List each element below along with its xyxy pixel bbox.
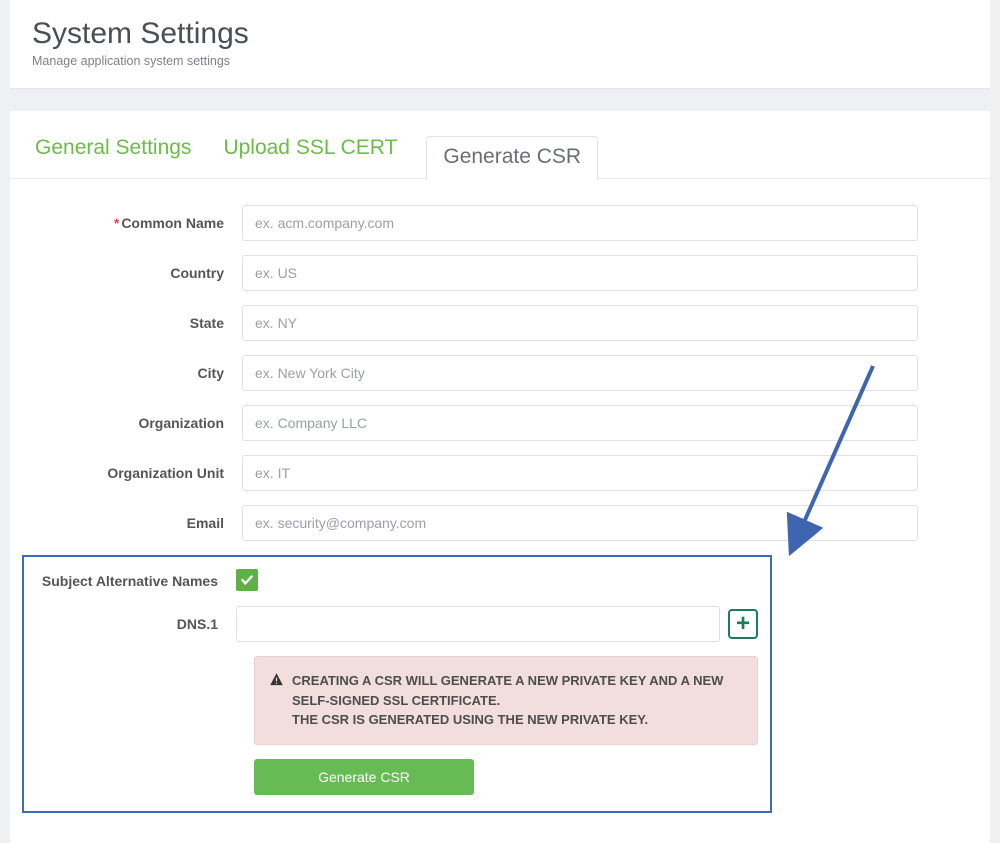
row-san: Subject Alternative Names <box>36 569 758 592</box>
tab-bar: General Settings Upload SSL CERT Generat… <box>10 111 990 179</box>
input-dns1[interactable] <box>236 606 720 642</box>
label-country: Country <box>32 265 242 281</box>
plus-icon: + <box>736 610 750 638</box>
san-highlight-block: Subject Alternative Names DNS.1 + CREATI <box>22 555 772 813</box>
page-subtitle: Manage application system settings <box>32 54 968 68</box>
input-organization-unit[interactable] <box>242 455 918 491</box>
check-icon <box>240 573 254 587</box>
label-dns1: DNS.1 <box>36 616 236 632</box>
warning-icon <box>269 672 284 730</box>
label-organization: Organization <box>32 415 242 431</box>
input-state[interactable] <box>242 305 918 341</box>
tab-general-settings[interactable]: General Settings <box>32 135 194 178</box>
page-header: System Settings Manage application syste… <box>10 0 990 89</box>
settings-card: General Settings Upload SSL CERT Generat… <box>10 111 990 843</box>
label-organization-unit: Organization Unit <box>32 465 242 481</box>
label-city: City <box>32 365 242 381</box>
label-san: Subject Alternative Names <box>36 573 236 589</box>
row-state: State <box>32 305 918 341</box>
san-checkbox[interactable] <box>236 569 258 591</box>
add-dns-button[interactable]: + <box>728 609 758 639</box>
csr-warning: CREATING A CSR WILL GENERATE A NEW PRIVA… <box>254 656 758 745</box>
input-organization[interactable] <box>242 405 918 441</box>
row-country: Country <box>32 255 918 291</box>
required-asterisk: * <box>114 215 119 231</box>
generate-csr-button[interactable]: Generate CSR <box>254 759 474 795</box>
row-organization: Organization <box>32 405 918 441</box>
row-city: City <box>32 355 918 391</box>
label-email: Email <box>32 515 242 531</box>
row-email: Email <box>32 505 918 541</box>
tab-upload-ssl-cert[interactable]: Upload SSL CERT <box>220 135 400 178</box>
generate-row: Generate CSR <box>254 759 758 795</box>
input-country[interactable] <box>242 255 918 291</box>
warning-text: CREATING A CSR WILL GENERATE A NEW PRIVA… <box>292 671 741 730</box>
row-organization-unit: Organization Unit <box>32 455 918 491</box>
page-title: System Settings <box>32 16 968 52</box>
row-common-name: *Common Name <box>32 205 918 241</box>
input-city[interactable] <box>242 355 918 391</box>
input-email[interactable] <box>242 505 918 541</box>
csr-form: *Common Name Country State City O <box>10 179 990 541</box>
label-state: State <box>32 315 242 331</box>
row-dns1: DNS.1 + <box>36 606 758 642</box>
label-common-name: *Common Name <box>32 215 242 231</box>
tab-generate-csr[interactable]: Generate CSR <box>426 136 598 180</box>
input-common-name[interactable] <box>242 205 918 241</box>
